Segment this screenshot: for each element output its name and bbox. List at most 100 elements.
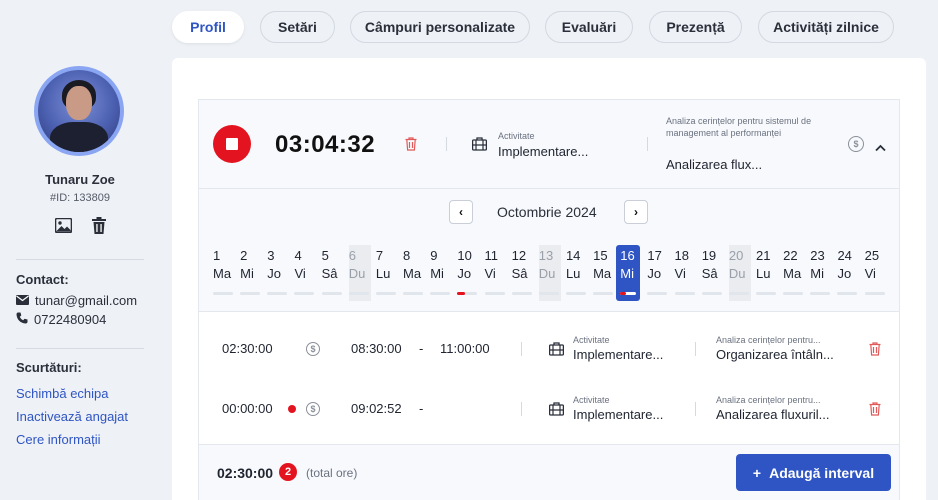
tab-setari[interactable]: Setări [260, 11, 335, 43]
day-weekday: Mi [240, 266, 254, 281]
calendar-day[interactable]: 5 Sâ [321, 245, 344, 301]
tab-evaluari[interactable]: Evaluări [545, 11, 633, 43]
calendar-month: Octombrie 2024 [497, 204, 597, 220]
calendar-day[interactable]: 9 Mi [430, 245, 452, 301]
calendar-day[interactable]: 19 Sâ [701, 245, 724, 301]
calendar-day[interactable]: 13 Du [538, 245, 561, 301]
day-progress-bar [321, 292, 342, 295]
task-value[interactable]: Analizarea fluxuril... [716, 407, 829, 422]
day-number: 10 [457, 248, 472, 263]
day-weekday: Ma [403, 266, 422, 281]
day-progress-bar [593, 292, 614, 295]
email-text: tunar@gmail.com [35, 293, 138, 308]
calendar-day[interactable]: 8 Ma [403, 245, 425, 301]
entry-end[interactable]: 11:00:00 [440, 341, 490, 356]
stop-timer-button[interactable] [213, 125, 251, 163]
day-number: 6 [348, 248, 356, 263]
day-progress-bar [430, 292, 451, 295]
calendar-day[interactable]: 21 Lu [756, 245, 778, 301]
activity-value[interactable]: Implementare... [498, 144, 588, 159]
day-progress-bar [728, 292, 749, 295]
briefcase-icon [548, 342, 565, 361]
calendar-day[interactable]: 2 Mi [240, 245, 262, 301]
calendar-day[interactable]: 23 Mi [810, 245, 832, 301]
calendar-day[interactable]: 7 Lu [375, 245, 398, 301]
billable-icon[interactable]: $ [306, 402, 320, 416]
tab-activitati-zilnice[interactable]: Activități zilnice [758, 11, 894, 43]
tab-campuri-personalizate[interactable]: Câmpuri personalizate [350, 11, 530, 43]
calendar-nav: ‹ Octombrie 2024 › [199, 200, 899, 224]
day-progress-bar [674, 292, 695, 295]
day-weekday: Lu [565, 266, 581, 281]
day-progress-bar [565, 292, 586, 295]
task-label: Analiza cerințelor pentru... [716, 335, 821, 345]
calendar-day[interactable]: 16 Mi [616, 245, 641, 301]
timer-row: 03:04:32 Activitate Implementare... Anal… [199, 100, 899, 189]
next-month-button[interactable]: › [624, 200, 648, 224]
day-progress-bar [756, 292, 776, 295]
delete-entry-icon[interactable] [869, 342, 881, 361]
day-number: 19 [701, 248, 717, 263]
entry-start[interactable]: 08:30:00 [351, 341, 402, 356]
day-weekday: Du [348, 266, 366, 281]
entry-start[interactable]: 09:02:52 [351, 401, 402, 416]
shortcuts-title: Scurtături: [16, 360, 82, 375]
calendar-day[interactable]: 12 Sâ [511, 245, 534, 301]
total-label: (total ore) [306, 466, 358, 480]
delete-timer-icon[interactable] [405, 137, 417, 156]
calendar-day[interactable]: 11 Vi [484, 245, 507, 301]
activity-value[interactable]: Implementare... [573, 347, 663, 362]
task-label: Analiza cerințelor pentru sistemul de ma… [666, 116, 812, 138]
calendar-day[interactable]: 24 Jo [837, 245, 859, 301]
day-progress-bar [484, 292, 505, 295]
day-progress-bar [647, 292, 668, 295]
calendar-day[interactable]: 18 Vi [674, 245, 697, 301]
calendar-day[interactable]: 4 Vi [294, 245, 316, 301]
day-weekday: Jo [837, 266, 852, 281]
delete-entry-icon[interactable] [869, 402, 881, 421]
calendar-day[interactable]: 17 Jo [647, 245, 669, 301]
prev-month-button[interactable]: ‹ [449, 200, 473, 224]
calendar-day[interactable]: 10 Jo [457, 245, 479, 301]
shortcut-schimba-echipa[interactable]: Schimbă echipa [16, 386, 109, 401]
contact-email: tunar@gmail.com [16, 293, 137, 308]
day-number: 3 [267, 248, 275, 263]
day-weekday: Sâ [511, 266, 528, 281]
trash-icon[interactable] [90, 216, 108, 234]
tab-profil[interactable]: Profil [172, 11, 244, 43]
billable-icon[interactable]: $ [306, 342, 320, 356]
image-icon[interactable] [54, 216, 72, 234]
shortcut-cere-informatii[interactable]: Cere informații [16, 432, 101, 447]
day-number: 13 [538, 248, 554, 263]
calendar-day[interactable]: 1 Ma [213, 245, 235, 301]
activity-value[interactable]: Implementare... [573, 407, 663, 422]
activity-label: Activitate [573, 395, 610, 405]
calendar-day[interactable]: 6 Du [348, 245, 371, 301]
day-weekday: Sâ [321, 266, 338, 281]
day-weekday: Jo [457, 266, 472, 281]
entry-duration: 02:30:00 [222, 341, 273, 356]
calendar-day[interactable]: 3 Jo [267, 245, 289, 301]
calendar-day[interactable]: 20 Du [728, 245, 751, 301]
task-value[interactable]: Analizarea flux... [666, 157, 762, 172]
divider [695, 402, 696, 416]
day-activity-mark [457, 292, 466, 295]
timer-elapsed: 03:04:32 [275, 131, 376, 158]
day-progress-bar [837, 292, 858, 295]
calendar-day[interactable]: 22 Ma [783, 245, 805, 301]
tab-prezenta[interactable]: Prezență [649, 11, 742, 43]
day-weekday: Lu [756, 266, 771, 281]
calendar-day[interactable]: 25 Vi [864, 245, 887, 301]
chevron-up-icon[interactable] [875, 139, 886, 157]
day-number: 7 [375, 248, 384, 263]
day-number: 20 [728, 248, 744, 263]
calendar-day[interactable]: 15 Ma [593, 245, 615, 301]
shortcut-inactiveaza-angajat[interactable]: Inactivează angajat [16, 409, 128, 424]
task-value[interactable]: Organizarea întâln... [716, 347, 834, 362]
day-progress-bar [783, 292, 804, 295]
calendar-day[interactable]: 14 Lu [565, 245, 588, 301]
add-interval-button[interactable]: + Adaugă interval [736, 454, 891, 491]
billable-icon[interactable]: $ [848, 136, 864, 152]
day-weekday: Mi [810, 266, 825, 281]
contact-phone: 0722480904 [16, 312, 106, 327]
